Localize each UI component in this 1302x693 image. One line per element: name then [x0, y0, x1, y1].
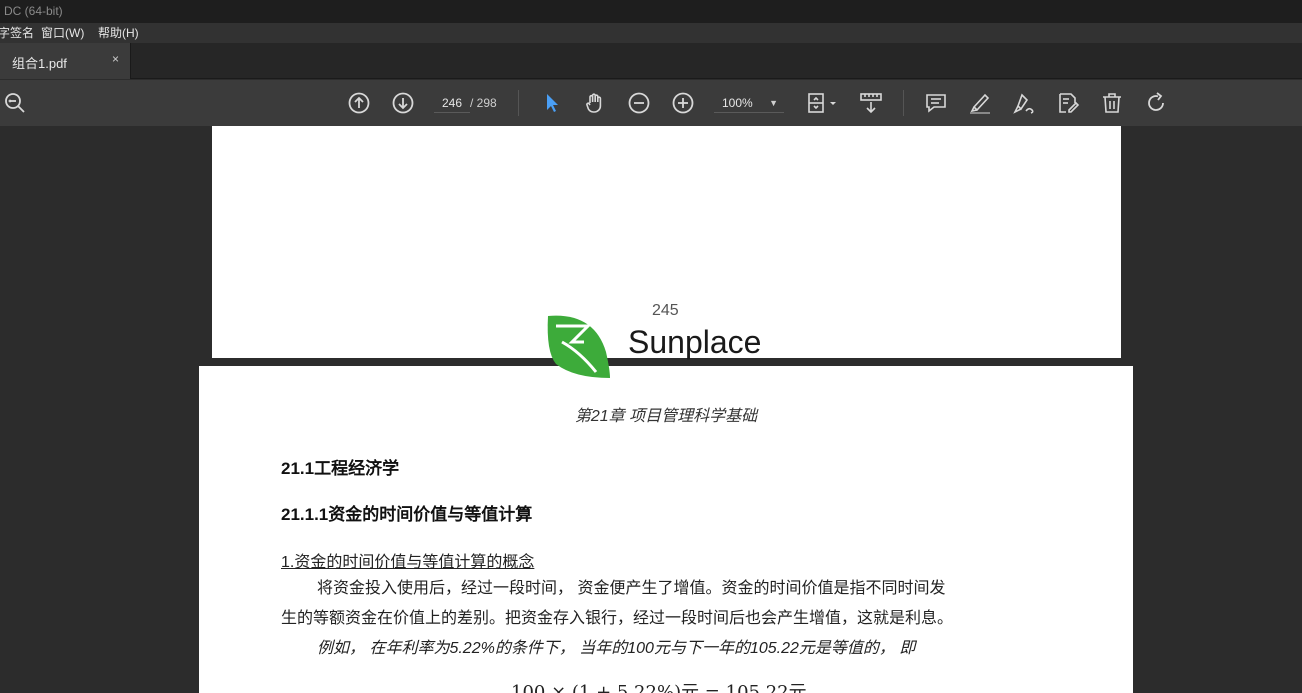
- chevron-down-icon: ▼: [769, 98, 778, 108]
- page-total: / 298: [470, 96, 497, 110]
- edit-icon[interactable]: [1054, 89, 1082, 117]
- paragraph-line: 例如， 在年利率为5.22%的条件下， 当年的100元与下一年的105.22元是…: [317, 640, 916, 657]
- paragraph-line: 生的等额资金在价值上的差别。把资金存入银行，经过一段时间后也会产生增值，这就是利…: [281, 610, 954, 627]
- pdf-page: 第21章 项目管理科学基础 21.1工程经济学 21.1.1资金的时间价值与等值…: [199, 366, 1133, 693]
- page-fit-icon[interactable]: [804, 89, 840, 117]
- zoom-in-icon[interactable]: [669, 89, 697, 117]
- zoom-value: 100%: [722, 96, 753, 110]
- menu-item-help[interactable]: 帮助(H): [98, 23, 139, 43]
- subsection-heading: 21.1.1资金的时间价值与等值计算: [281, 505, 533, 524]
- hand-icon[interactable]: [581, 89, 609, 117]
- draw-icon[interactable]: [1010, 89, 1038, 117]
- paragraph-line: 将资金投入使用后，经过一段时间， 资金便产生了增值。资金的时间价值是指不同时间发: [317, 580, 946, 597]
- menu-item-window[interactable]: 窗口(W): [41, 23, 84, 43]
- body-paragraph: 将资金投入使用后，经过一段时间， 资金便产生了增值。资金的时间价值是指不同时间发…: [281, 574, 1061, 664]
- tab-label: 组合1.pdf: [12, 56, 67, 71]
- scroll-mode-icon[interactable]: [857, 89, 885, 117]
- zoom-out-icon[interactable]: [625, 89, 653, 117]
- search-zoom-icon[interactable]: [1, 89, 29, 117]
- page-up-icon[interactable]: [345, 89, 373, 117]
- sunplace-logo: Sunplace: [544, 312, 774, 382]
- page-number-input[interactable]: 246: [434, 93, 470, 113]
- menu-item-sign[interactable]: 字签名: [0, 23, 34, 43]
- toolbar-divider: [518, 90, 519, 116]
- tab-bar: 组合1.pdf ×: [0, 43, 1302, 79]
- topic-heading: 1.资金的时间价值与等值计算的概念: [281, 554, 535, 571]
- highlight-icon[interactable]: [966, 89, 994, 117]
- comment-icon[interactable]: [922, 89, 950, 117]
- leaf-logo-icon: [547, 315, 610, 378]
- rotate-icon[interactable]: [1142, 89, 1170, 117]
- brand-text: Sunplace: [628, 324, 762, 360]
- chapter-header: 第21章 项目管理科学基础: [574, 408, 758, 425]
- tab-document[interactable]: 组合1.pdf ×: [0, 43, 131, 79]
- zoom-select[interactable]: 100% ▼: [714, 93, 784, 113]
- delete-icon[interactable]: [1098, 89, 1126, 117]
- formula: 100 × (1 + 5.22%)元 = 105.22元: [511, 682, 807, 693]
- select-arrow-icon[interactable]: [537, 89, 565, 117]
- menu-bar: 字签名 窗口(W) 帮助(H): [0, 23, 1302, 43]
- toolbar-divider: [903, 90, 904, 116]
- page-down-icon[interactable]: [389, 89, 417, 117]
- document-viewer[interactable]: 245 第21章 项目管理科学基础 21.1工程经济学 21.1.1资金的时间价…: [0, 126, 1302, 693]
- section-heading: 21.1工程经济学: [281, 459, 400, 478]
- window-title: DC (64-bit): [0, 0, 1302, 23]
- toolbar: 246 / 298 100% ▼: [0, 80, 1302, 126]
- tab-close-icon[interactable]: ×: [112, 52, 119, 66]
